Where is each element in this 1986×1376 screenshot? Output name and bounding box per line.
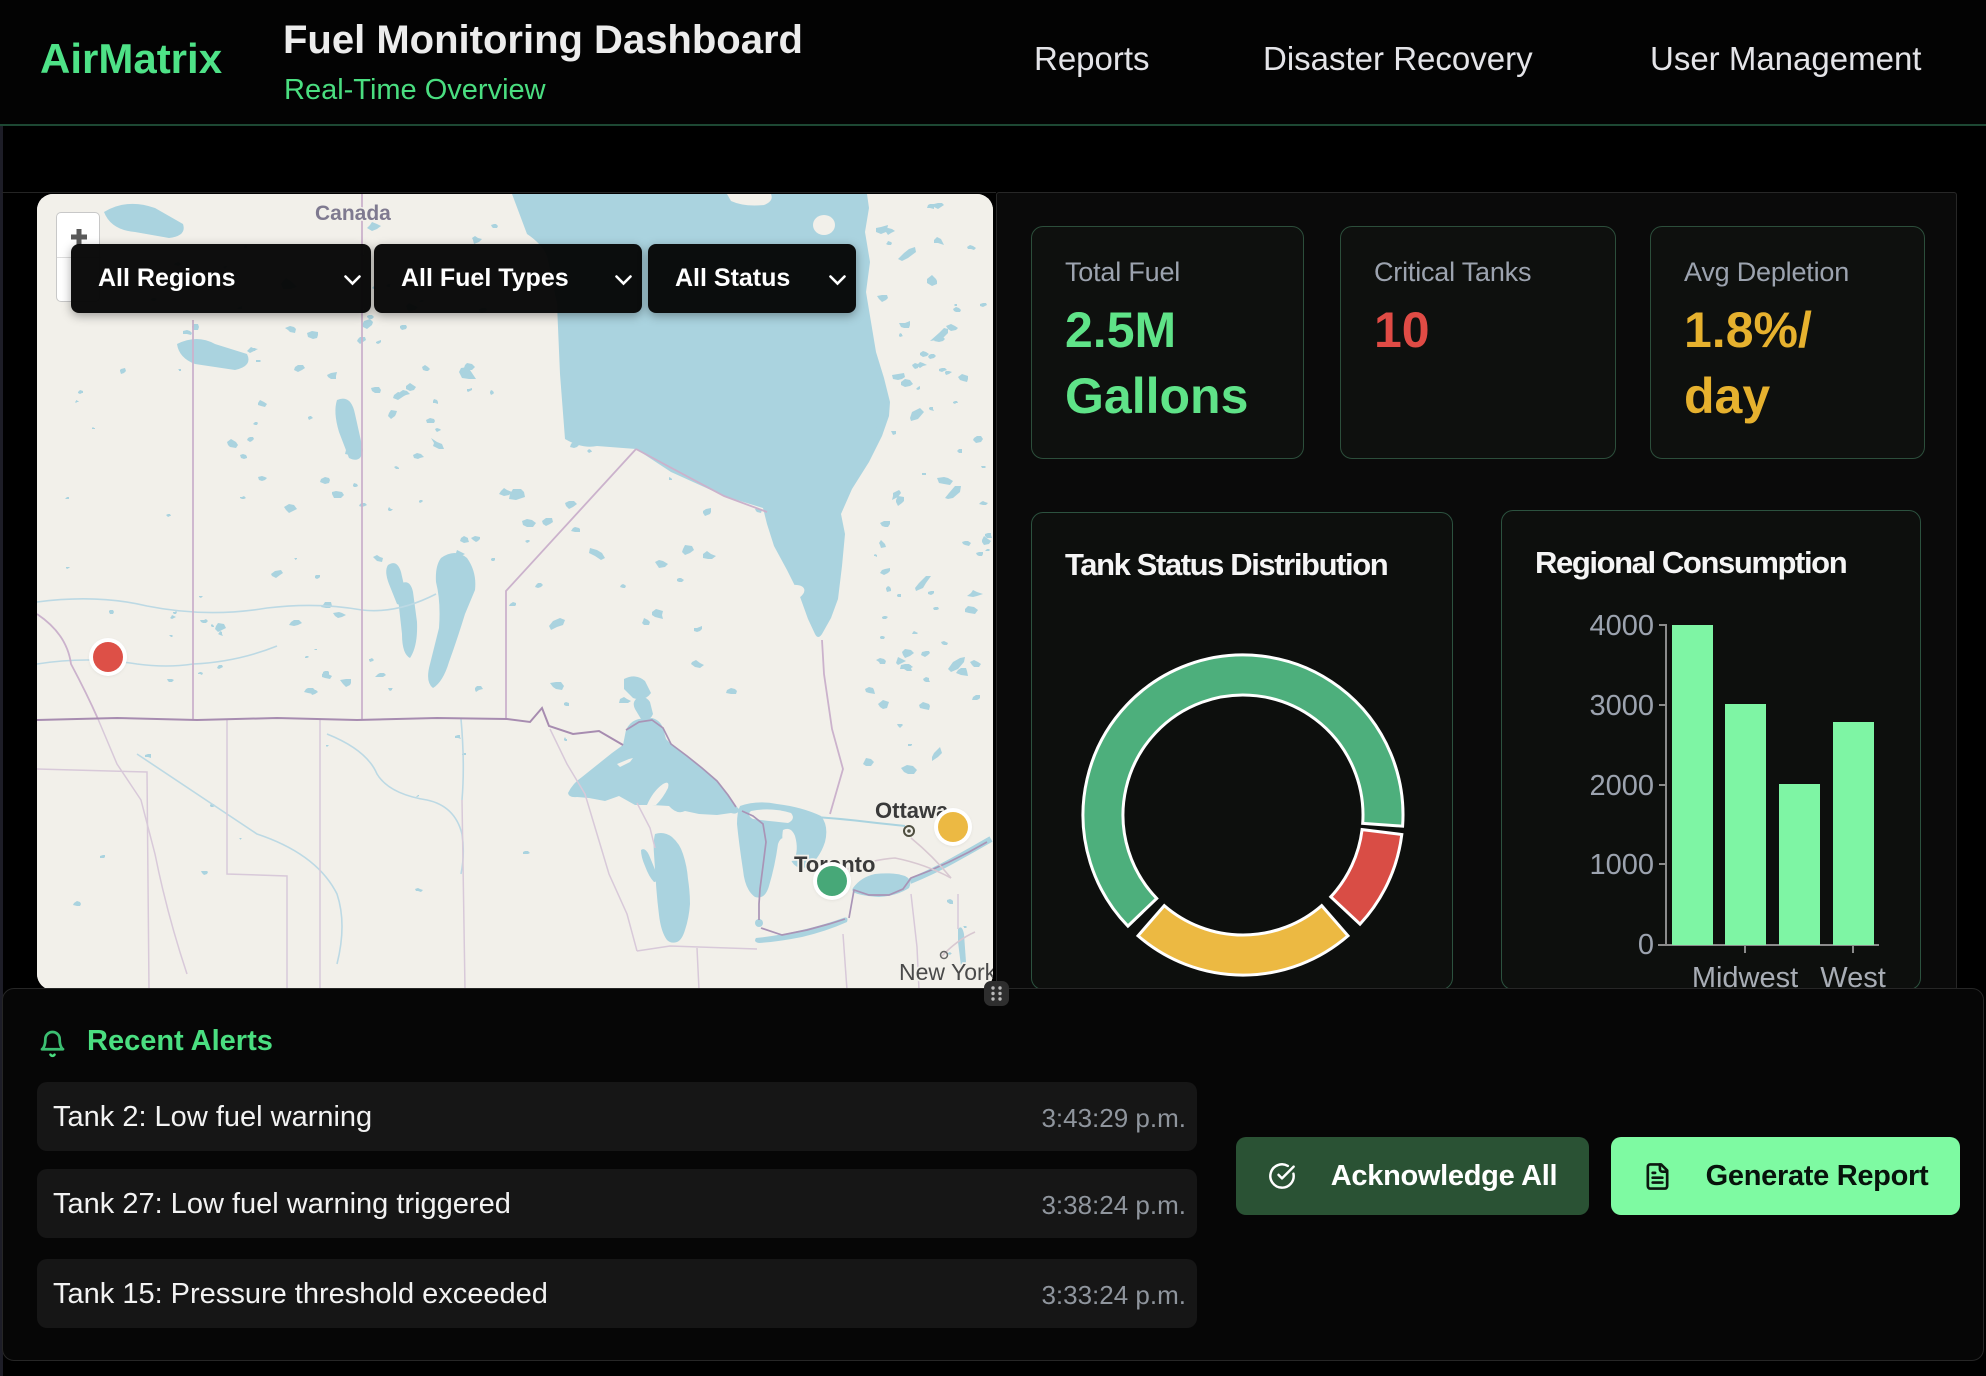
- svg-text:Canada: Canada: [315, 202, 391, 225]
- svg-text:2000: 2000: [1589, 770, 1654, 802]
- svg-text:New York: New York: [899, 959, 993, 985]
- svg-text:0: 0: [1638, 929, 1654, 961]
- svg-text:3000: 3000: [1589, 690, 1654, 722]
- svg-text:Ottawa: Ottawa: [875, 798, 949, 823]
- svg-text:West: West: [1820, 962, 1886, 991]
- svg-text:1000: 1000: [1589, 849, 1654, 881]
- svg-text:Midwest: Midwest: [1692, 962, 1798, 991]
- svg-text:4000: 4000: [1589, 610, 1654, 642]
